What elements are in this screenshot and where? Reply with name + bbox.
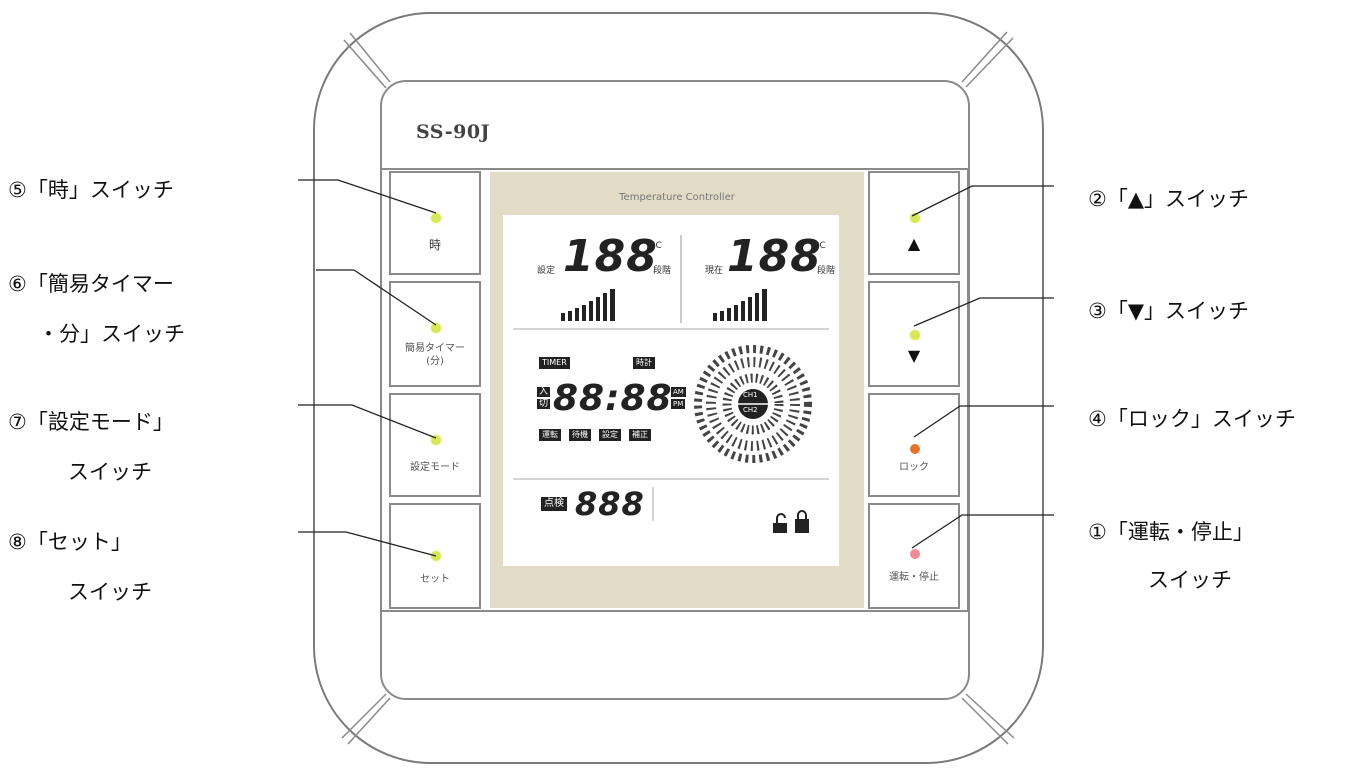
check-tag: 点検 [541,497,567,511]
callout-1-line2: スイッチ [1148,568,1232,592]
callout-8-line2: スイッチ [68,580,152,604]
callout-6-line1: ⑥「簡易タイマー [8,272,174,296]
callout-4: ④「ロック」スイッチ [1088,407,1296,431]
set-button-label: セット [420,574,450,585]
mode-tag-correction: 補正 [629,429,651,441]
set-led [431,551,441,561]
off-tag: 切 [537,399,551,409]
down-arrow-icon: ▼ [907,346,921,365]
ch1-label: CH1 [743,391,758,399]
callout-6-line2: ・分」スイッチ [38,322,185,346]
lcd-screen: 設定 188 °C 段階 現在 188 °C 段階 TIMER 時計 入 切 8… [503,215,839,566]
run-stop-button-label: 運転・停止 [889,572,939,583]
hour-led [431,213,441,223]
hour-button-label: 時 [428,238,441,252]
on-tag: 入 [537,387,551,397]
set-level-bars [561,289,615,321]
lock-button-label: ロック [899,462,929,473]
am-tag: AM [671,387,686,397]
callout-1-line1: ①「運転・停止」 [1088,520,1254,544]
callout-2: ②「▲」スイッチ [1088,187,1249,211]
time-display: 88:88 [553,378,673,419]
run-stop-led [910,549,920,559]
ch2-label: CH2 [743,406,758,414]
callout-7-line2: スイッチ [68,460,152,484]
down-led [910,330,920,340]
mode-tag-standby: 待機 [569,429,591,441]
channel-dial [694,345,812,463]
up-button[interactable]: ▲ [868,171,960,275]
callout-8-line1: ⑧「セット」 [8,530,132,554]
lock-led [910,444,920,454]
set-button[interactable]: セット [389,503,481,609]
clock-tag: 時計 [633,357,655,369]
current-level-bars [713,289,767,321]
setting-mode-led [431,435,441,445]
timer-minute-button[interactable]: 簡易タイマー (分) [389,281,481,387]
callout-7-line1: ⑦「設定モード」 [8,410,174,434]
mode-tag-setting: 設定 [599,429,621,441]
timer-button-label-2: (分) [426,356,444,367]
model-name: SS-90J [416,121,491,143]
callout-5: ⑤「時」スイッチ [8,178,174,202]
setting-mode-button[interactable]: 設定モード [389,393,481,497]
diagram: SS-90J 時 簡易タイマー (分) 設定モード セット ▲ ▼ ロック 運転… [0,0,1359,769]
hour-button[interactable]: 時 [389,171,481,275]
timer-tag: TIMER [539,357,570,369]
up-arrow-icon: ▲ [907,234,921,253]
up-led [910,213,920,223]
lock-icons [773,510,809,533]
check-value: 888 [575,485,645,523]
pm-tag: PM [671,399,686,409]
run-stop-button[interactable]: 運転・停止 [868,503,960,609]
lock-button[interactable]: ロック [868,393,960,497]
timer-led [431,323,441,333]
down-button[interactable]: ▼ [868,281,960,387]
callout-3: ③「▼」スイッチ [1088,299,1249,323]
setting-mode-button-label: 設定モード [410,462,460,473]
panel-title: Temperature Controller [619,192,735,203]
mode-tag-run: 運転 [539,429,561,441]
timer-button-label-1: 簡易タイマー [405,343,465,354]
